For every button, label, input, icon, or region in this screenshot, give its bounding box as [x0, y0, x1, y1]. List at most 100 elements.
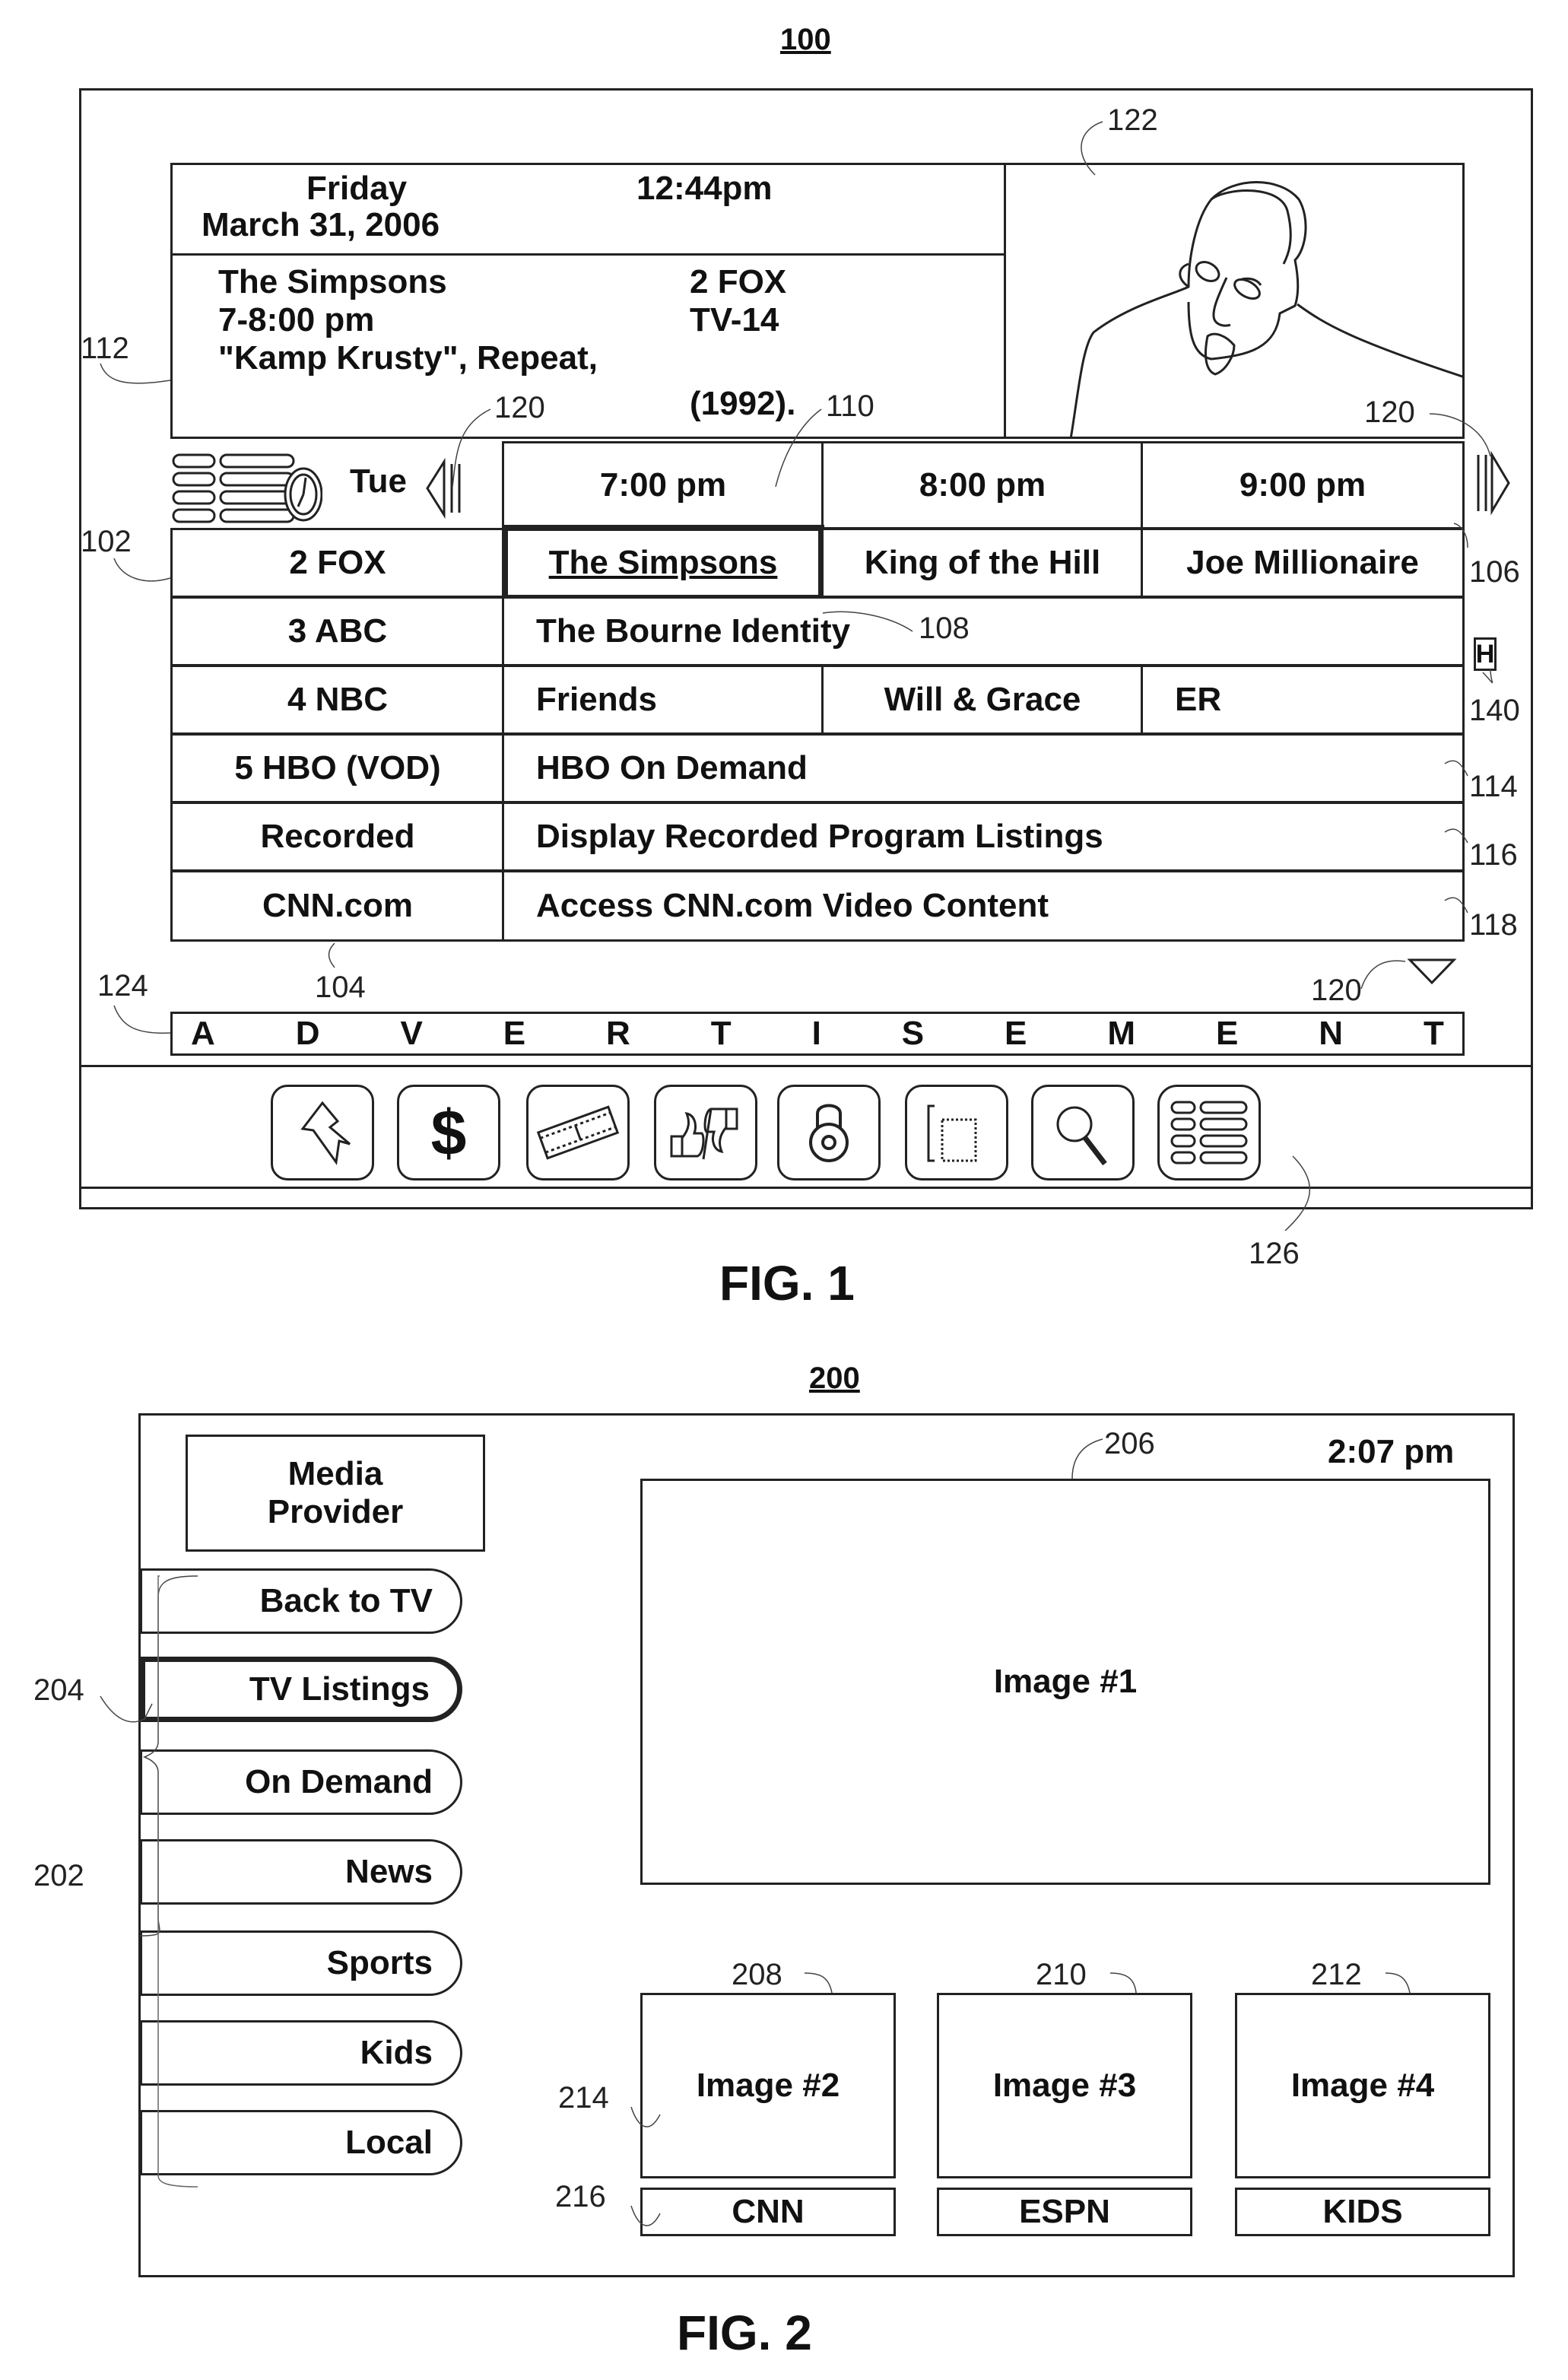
- ref-120-c: 120: [1311, 974, 1362, 1007]
- film-strip-icon: [536, 1105, 620, 1160]
- fig2-clock: 2:07 pm: [1328, 1433, 1455, 1470]
- tile-image-kids[interactable]: Image #4: [1235, 1993, 1490, 2178]
- channel-cell[interactable]: Recorded: [170, 802, 505, 872]
- dollar-icon: $: [430, 1096, 467, 1168]
- ad-letter: N: [1319, 1015, 1344, 1052]
- featured-image[interactable]: Image #1: [640, 1479, 1490, 1885]
- ref-202: 202: [33, 1859, 84, 1892]
- purchase-button[interactable]: $: [397, 1085, 500, 1180]
- recordings-button[interactable]: [526, 1085, 630, 1180]
- ad-letter: A: [191, 1015, 215, 1052]
- program-episode: "Kamp Krusty", Repeat,: [218, 339, 598, 377]
- program-cell[interactable]: Friends: [502, 665, 824, 735]
- tile-label-espn[interactable]: ESPN: [937, 2188, 1192, 2236]
- current-day: Friday: [306, 170, 408, 207]
- nav-back-to-tv[interactable]: Back to TV: [140, 1568, 462, 1634]
- time-slot-3: 9:00 pm: [1141, 441, 1465, 529]
- ad-letter: E: [1215, 1015, 1239, 1052]
- program-cell[interactable]: King of the Hill: [821, 528, 1144, 598]
- program-cell[interactable]: Access CNN.com Video Content: [502, 870, 1465, 942]
- toolbar-bottom-divider: [79, 1187, 1533, 1189]
- program-cell[interactable]: HBO On Demand: [502, 733, 1465, 803]
- ref-120-a: 120: [494, 391, 545, 424]
- media-provider-logo: Media Provider: [186, 1435, 485, 1552]
- ad-letter: T: [710, 1015, 732, 1052]
- nav-kids[interactable]: Kids: [140, 2020, 462, 2086]
- current-date: March 31, 2006: [202, 206, 440, 243]
- program-cell[interactable]: The Bourne Identity: [502, 596, 1465, 666]
- guide-grid-icon: [1170, 1101, 1248, 1165]
- channel-cell[interactable]: 3 ABC: [170, 596, 505, 666]
- ref-214: 214: [558, 2081, 609, 2115]
- scroll-down-arrow-icon[interactable]: [1405, 957, 1458, 987]
- previous-time-arrow-icon[interactable]: [421, 458, 467, 519]
- ref-204: 204: [33, 1673, 84, 1707]
- tile-label-cnn[interactable]: CNN: [640, 2188, 896, 2236]
- ref-112: 112: [81, 332, 129, 365]
- ref-102: 102: [81, 525, 132, 558]
- back-arrow-icon: [300, 1101, 351, 1165]
- program-cell[interactable]: Will & Grace: [821, 665, 1144, 735]
- ref-212: 212: [1311, 1958, 1362, 1991]
- program-title: The Simpsons: [218, 263, 447, 300]
- ref-210: 210: [1036, 1958, 1087, 1991]
- ref-108: 108: [919, 612, 970, 645]
- guide-button[interactable]: [1157, 1085, 1261, 1180]
- lock-icon: [809, 1104, 849, 1162]
- ref-116: 116: [1469, 838, 1518, 872]
- thumbs-up-down-icon: [670, 1107, 738, 1160]
- ref-208: 208: [732, 1958, 782, 1991]
- rating-button[interactable]: [654, 1085, 757, 1180]
- h-badge[interactable]: H: [1474, 637, 1497, 671]
- picture-in-picture-button[interactable]: [905, 1085, 1008, 1180]
- provider-line-2: Provider: [267, 1493, 404, 1530]
- program-cell-selected[interactable]: The Simpsons: [502, 525, 824, 601]
- parental-lock-button[interactable]: [777, 1085, 881, 1180]
- program-year: (1992).: [690, 385, 796, 422]
- tile-image-cnn[interactable]: Image #2: [640, 1993, 896, 2178]
- program-cell[interactable]: Joe Millionaire: [1141, 528, 1465, 598]
- program-channel: 2 FOX: [690, 263, 787, 300]
- nav-tv-listings[interactable]: TV Listings: [140, 1657, 462, 1722]
- tile-image-espn[interactable]: Image #3: [937, 1993, 1192, 2178]
- back-button[interactable]: [271, 1085, 374, 1180]
- channel-cell[interactable]: 2 FOX: [170, 528, 505, 598]
- nav-news[interactable]: News: [140, 1839, 462, 1905]
- ref-206: 206: [1104, 1427, 1155, 1460]
- time-slot-1: 7:00 pm: [502, 441, 824, 529]
- tile-label-kids[interactable]: KIDS: [1235, 2188, 1490, 2236]
- ref-114: 114: [1469, 770, 1518, 803]
- program-cell[interactable]: ER: [1141, 665, 1465, 735]
- program-time: 7-8:00 pm: [218, 301, 375, 338]
- ref-126: 126: [1249, 1237, 1300, 1270]
- next-time-arrow-icon[interactable]: [1469, 449, 1515, 517]
- channel-cell[interactable]: 4 NBC: [170, 665, 505, 735]
- nav-local[interactable]: Local: [140, 2110, 462, 2175]
- channel-cell[interactable]: CNN.com: [170, 870, 505, 942]
- program-info-panel: The Simpsons 7-8:00 pm "Kamp Krusty", Re…: [170, 253, 1007, 439]
- ad-letter: R: [606, 1015, 630, 1052]
- ad-letter: S: [901, 1015, 925, 1052]
- fig1-caption: FIG. 1: [719, 1256, 855, 1311]
- ref-106: 106: [1469, 555, 1520, 589]
- ref-120-b: 120: [1364, 396, 1415, 429]
- channel-cell[interactable]: 5 HBO (VOD): [170, 733, 505, 803]
- ad-letter: E: [503, 1015, 526, 1052]
- ref-124: 124: [97, 969, 148, 1003]
- ref-122: 122: [1107, 103, 1158, 137]
- time-slot-2: 8:00 pm: [821, 441, 1144, 529]
- nav-sports[interactable]: Sports: [140, 1930, 462, 1996]
- current-time: 12:44pm: [636, 170, 773, 207]
- advertisement-banner[interactable]: ADVERTISEMENT: [170, 1012, 1465, 1056]
- program-cell[interactable]: Display Recorded Program Listings: [502, 802, 1465, 872]
- provider-line-1: Media: [287, 1455, 383, 1492]
- nav-on-demand[interactable]: On Demand: [140, 1749, 462, 1815]
- program-rating: TV-14: [690, 301, 779, 338]
- guide-header-left: Tue: [170, 441, 502, 525]
- ref-110: 110: [826, 389, 874, 423]
- fig2-caption: FIG. 2: [677, 2305, 812, 2360]
- ref-140: 140: [1469, 694, 1520, 727]
- ad-letter: V: [400, 1015, 423, 1052]
- ad-letter: M: [1107, 1015, 1135, 1052]
- search-button[interactable]: [1031, 1085, 1135, 1180]
